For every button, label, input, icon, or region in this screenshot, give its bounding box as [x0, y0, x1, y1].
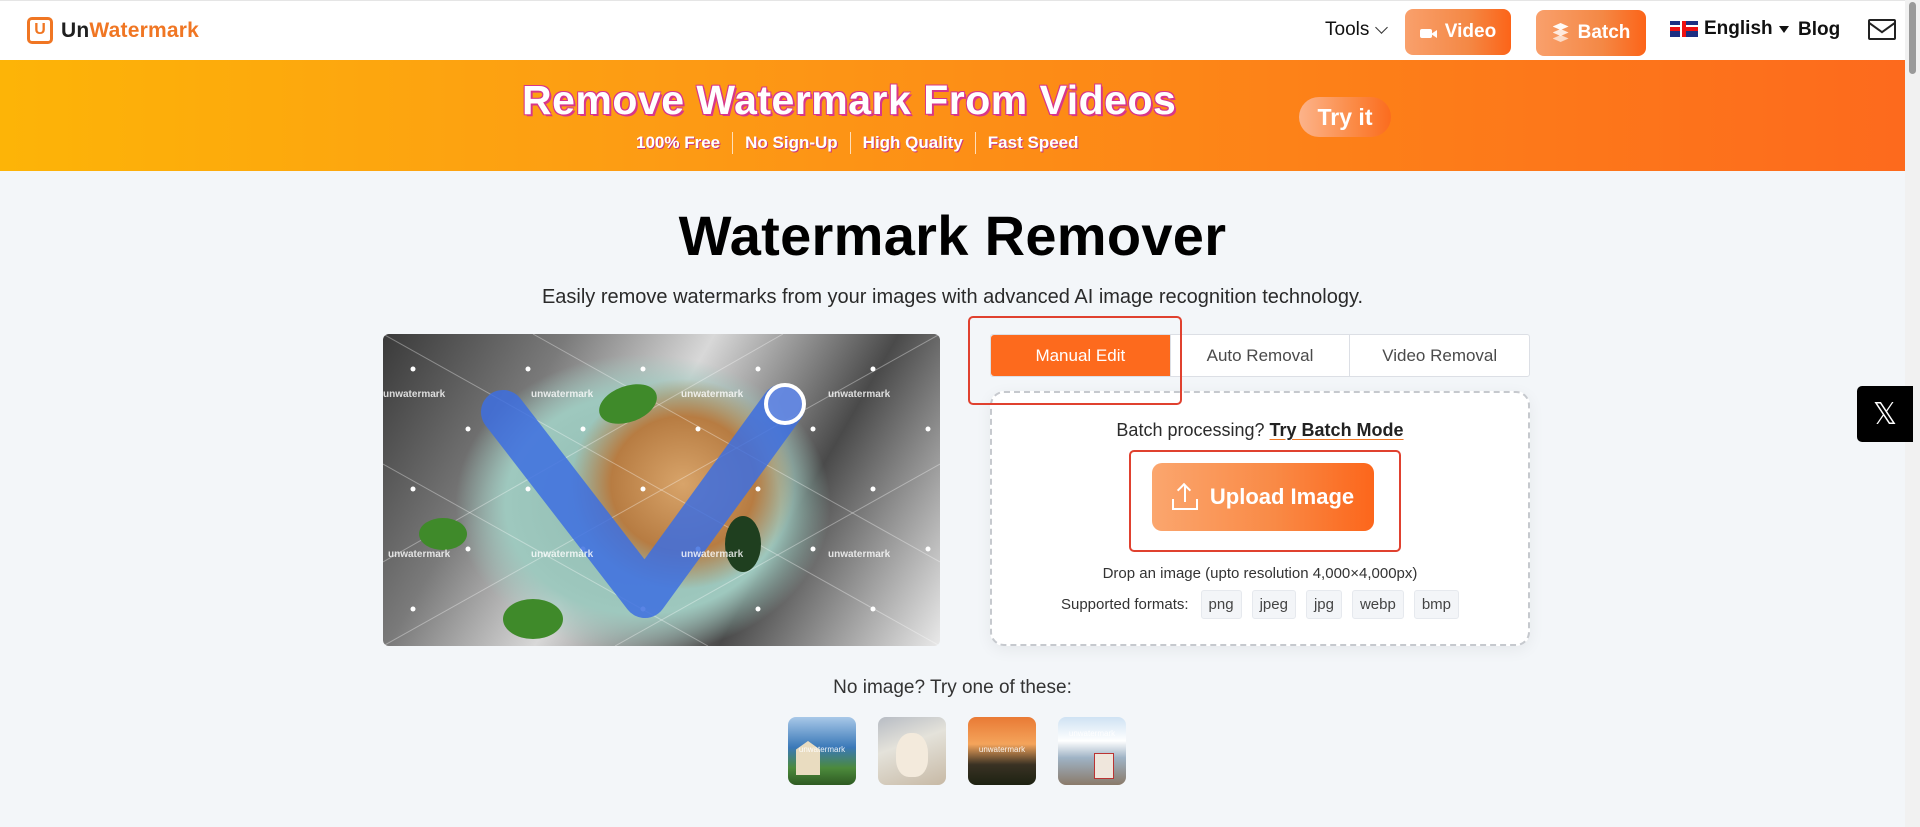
formats-label: Supported formats:: [1060, 596, 1189, 613]
mail-icon[interactable]: [1868, 19, 1896, 40]
banner-title: Remove Watermark From Videos: [522, 77, 1177, 123]
brush-cursor: [764, 383, 806, 425]
watermark-label: unwatermark: [531, 549, 594, 560]
feature-item: High Quality: [862, 133, 963, 152]
feature-item: 100% Free: [636, 133, 721, 152]
format-badge: jpg: [1305, 590, 1342, 619]
watermark-label: unwatermark: [828, 549, 891, 560]
highlight-box-upload: [1129, 450, 1401, 552]
uk-flag-icon: [1670, 21, 1698, 37]
thumb-watermark: unwatermark: [1068, 729, 1116, 738]
format-badge: webp: [1351, 590, 1404, 619]
feature-divider: [849, 132, 851, 154]
brand-suffix: Watermark: [89, 18, 199, 42]
chevron-down-icon: [1375, 20, 1389, 34]
tools-menu[interactable]: Tools: [1325, 19, 1389, 41]
promo-banner[interactable]: Remove Watermark From Videos 100% Free N…: [0, 60, 1905, 171]
watermark-label: unwatermark: [681, 389, 744, 400]
watermark-label: unwatermark: [828, 389, 891, 400]
highlight-box-manual-edit: [968, 316, 1182, 405]
top-nav: U UnWatermark Tools Video Batch English …: [0, 0, 1905, 60]
feature-item: Fast Speed: [987, 133, 1079, 152]
video-button-label: Video: [1444, 21, 1497, 42]
brand-logo[interactable]: U UnWatermark: [27, 17, 199, 44]
supported-formats: Supported formats: png jpeg jpg webp bmp: [992, 590, 1528, 619]
x-logo-icon: 𝕏: [1872, 396, 1898, 432]
banner-features: 100% Free No Sign-Up High Quality Fast S…: [636, 132, 1079, 154]
batch-prompt: Batch processing? Try Batch Mode: [992, 420, 1528, 441]
format-badge: png: [1200, 590, 1242, 619]
x-share-button[interactable]: 𝕏: [1857, 386, 1913, 442]
blog-link[interactable]: Blog: [1798, 19, 1840, 41]
brand-prefix: Un: [61, 18, 90, 42]
sample-thumbnail-sunset[interactable]: unwatermark: [968, 717, 1036, 785]
watermark-label: unwatermark: [383, 389, 446, 400]
sample-thumbnail-cat[interactable]: [878, 717, 946, 785]
feature-divider: [732, 132, 734, 154]
brand-name: UnWatermark: [61, 19, 199, 43]
watermark-label: unwatermark: [388, 549, 451, 560]
feature-item: No Sign-Up: [745, 133, 838, 152]
language-label: English: [1704, 18, 1773, 39]
format-badge: jpeg: [1251, 590, 1296, 619]
demo-overlay: [383, 334, 940, 646]
batch-prompt-text: Batch processing?: [1116, 420, 1265, 440]
language-selector[interactable]: English: [1670, 18, 1789, 40]
layers-icon: [1552, 23, 1570, 43]
try-it-button[interactable]: Try it: [1299, 97, 1391, 137]
sample-thumbnail-house[interactable]: unwatermark: [788, 717, 856, 785]
scrollbar-thumb[interactable]: [1909, 2, 1916, 74]
thumb-watermark: unwatermark: [798, 745, 846, 754]
tab-auto-removal[interactable]: Auto Removal: [1171, 335, 1351, 376]
batch-button-label: Batch: [1577, 22, 1631, 43]
try-batch-mode-link[interactable]: Try Batch Mode: [1270, 420, 1404, 440]
demo-preview-image: unwatermark unwatermark unwatermark unwa…: [383, 334, 940, 646]
tools-label: Tools: [1325, 19, 1370, 40]
page-subtitle: Easily remove watermarks from your image…: [541, 286, 1364, 308]
video-button[interactable]: Video: [1405, 9, 1511, 55]
sample-prompt: No image? Try one of these:: [833, 677, 1072, 698]
logo-icon: U: [27, 17, 53, 44]
format-badge: bmp: [1413, 590, 1460, 619]
video-camera-icon: [1419, 26, 1437, 38]
batch-button[interactable]: Batch: [1536, 10, 1646, 56]
thumb-watermark: unwatermark: [978, 745, 1026, 754]
watermark-label: unwatermark: [681, 549, 744, 560]
caret-down-icon: [1778, 25, 1789, 33]
sample-thumbnails: unwatermark unwatermark unwatermark: [788, 717, 1126, 785]
page-title: Watermark Remover: [678, 204, 1227, 267]
watermark-label: unwatermark: [531, 389, 594, 400]
sample-thumbnail-road[interactable]: unwatermark: [1058, 717, 1126, 785]
feature-divider: [974, 132, 976, 154]
tab-video-removal[interactable]: Video Removal: [1350, 335, 1529, 376]
drop-instructions: Drop an image (upto resolution 4,000×4,0…: [1102, 565, 1418, 582]
